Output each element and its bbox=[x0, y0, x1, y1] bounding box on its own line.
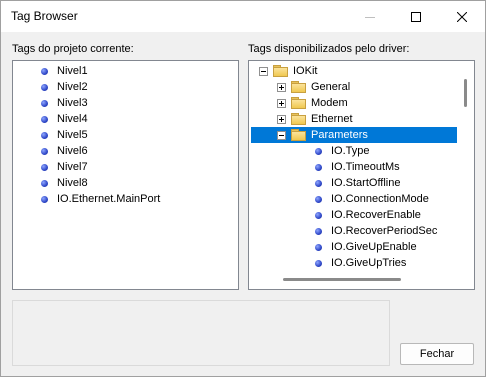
window-title: Tag Browser bbox=[11, 9, 78, 23]
folder-icon bbox=[291, 113, 306, 125]
tag-label: Nivel5 bbox=[57, 129, 88, 141]
expand-icon[interactable] bbox=[277, 115, 286, 124]
collapse-icon[interactable] bbox=[259, 67, 268, 76]
tag-icon bbox=[41, 116, 48, 123]
tree-node-label: General bbox=[311, 81, 351, 93]
driver-tags-label: Tags disponibilizados pelo driver: bbox=[248, 43, 410, 55]
folder-open-icon bbox=[291, 129, 306, 141]
tree-node-modem[interactable]: Modem bbox=[249, 95, 457, 111]
tag-icon bbox=[41, 68, 48, 75]
maximize-icon bbox=[411, 11, 421, 22]
tag-browser-window: Tag Browser Tags do projeto corrente: Ni… bbox=[0, 0, 486, 377]
close-dialog-button[interactable]: Fechar bbox=[400, 343, 474, 365]
tag-icon bbox=[315, 244, 322, 251]
tag-icon bbox=[41, 148, 48, 155]
project-tags-list[interactable]: Nivel1 Nivel2 Nivel3 Nivel4 Nivel5 Nivel… bbox=[12, 60, 239, 290]
tree-node-parameters[interactable]: Parameters bbox=[249, 127, 457, 143]
tree-node-iokit[interactable]: IOKit bbox=[249, 63, 457, 79]
collapse-icon[interactable] bbox=[277, 131, 286, 140]
folder-open-icon bbox=[273, 65, 288, 77]
minimize-button[interactable] bbox=[347, 1, 393, 32]
tag-icon bbox=[315, 260, 322, 267]
maximize-button[interactable] bbox=[393, 1, 439, 32]
tag-label: Nivel8 bbox=[57, 177, 88, 189]
tag-label: IO.GiveUpTries bbox=[331, 257, 407, 269]
title-bar: Tag Browser bbox=[1, 1, 485, 32]
expand-icon[interactable] bbox=[277, 99, 286, 108]
minimize-icon bbox=[365, 16, 375, 18]
tree-node-ethernet[interactable]: Ethernet bbox=[249, 111, 457, 127]
tag-icon bbox=[315, 148, 322, 155]
tree-node-general[interactable]: General bbox=[249, 79, 457, 95]
project-tags-label: Tags do projeto corrente: bbox=[12, 43, 134, 55]
tag-icon bbox=[315, 212, 322, 219]
tag-icon bbox=[41, 180, 48, 187]
tag-icon bbox=[315, 164, 322, 171]
tag-label: Nivel2 bbox=[57, 81, 88, 93]
horizontal-scrollbar[interactable] bbox=[283, 278, 401, 281]
tag-label: IO.GiveUpEnable bbox=[331, 241, 417, 253]
tag-label: IO.RecoverEnable bbox=[331, 209, 421, 221]
tree-node-label: Modem bbox=[311, 97, 348, 109]
tag-label: IO.RecoverPeriodSec bbox=[331, 225, 438, 237]
folder-icon bbox=[291, 97, 306, 109]
tag-label: Nivel1 bbox=[57, 65, 88, 77]
tag-icon bbox=[41, 164, 48, 171]
folder-icon bbox=[291, 81, 306, 93]
close-button[interactable] bbox=[439, 1, 485, 32]
tag-label: Nivel6 bbox=[57, 145, 88, 157]
close-icon bbox=[457, 11, 467, 22]
tag-label: IO.Type bbox=[331, 145, 370, 157]
tag-label: IO.ConnectionMode bbox=[331, 193, 429, 205]
tag-icon bbox=[41, 100, 48, 107]
tag-icon bbox=[315, 196, 322, 203]
tree-node-label: Parameters bbox=[311, 129, 368, 141]
tag-label: Nivel7 bbox=[57, 161, 88, 173]
tag-icon bbox=[315, 228, 322, 235]
tag-label: Nivel3 bbox=[57, 97, 88, 109]
vertical-scrollbar[interactable] bbox=[464, 79, 467, 107]
tag-label: IO.TimeoutMs bbox=[331, 161, 400, 173]
tag-label: Nivel4 bbox=[57, 113, 88, 125]
tag-icon bbox=[41, 132, 48, 139]
driver-tags-tree[interactable]: IOKit General Modem Ethernet Parameters bbox=[248, 60, 475, 290]
tag-label: IO.Ethernet.MainPort bbox=[57, 193, 161, 205]
expand-icon[interactable] bbox=[277, 83, 286, 92]
tag-label: IO.StartOffline bbox=[331, 177, 401, 189]
tag-icon bbox=[41, 84, 48, 91]
tree-node-label: Ethernet bbox=[311, 113, 353, 125]
tag-icon bbox=[315, 180, 322, 187]
tag-icon bbox=[41, 196, 48, 203]
description-panel bbox=[12, 300, 390, 366]
tree-node-label: IOKit bbox=[293, 65, 318, 77]
